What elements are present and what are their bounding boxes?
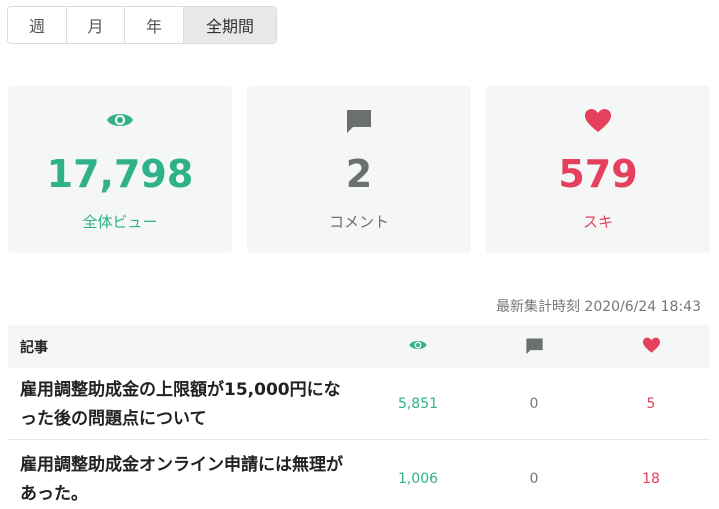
article-likes: 18	[642, 471, 660, 487]
comments-label: コメント	[328, 213, 389, 231]
last-updated-time: 最新集計時刻 2020/6/24 18:43	[495, 299, 701, 315]
comments-card: 2 コメント	[247, 86, 471, 253]
table-row: 雇用調整助成金の上限額が15,000円になった後の問題点について 5,851 0…	[8, 368, 710, 440]
article-views: 1,006	[397, 471, 439, 487]
likes-card: 579 スキ	[486, 86, 710, 253]
comments-count: 2	[345, 152, 373, 196]
heart-icon	[641, 337, 661, 357]
article-column-header: 記事	[20, 340, 48, 356]
views-label: 全体ビュー	[82, 213, 158, 231]
period-tabs: 週 月 年 全期間	[7, 6, 277, 44]
eye-icon	[408, 337, 428, 357]
tab-all-time[interactable]: 全期間	[184, 7, 276, 43]
likes-count: 579	[558, 152, 638, 196]
tab-month[interactable]: 月	[67, 7, 125, 43]
comment-icon	[524, 337, 544, 357]
tab-year[interactable]: 年	[125, 7, 184, 43]
tab-week[interactable]: 週	[8, 7, 67, 43]
article-likes: 5	[646, 396, 656, 412]
comment-icon	[247, 108, 471, 136]
views-card: 17,798 全体ビュー	[8, 86, 232, 253]
likes-label: スキ	[582, 213, 613, 231]
table-header: 記事	[8, 325, 710, 368]
article-views: 5,851	[397, 396, 439, 412]
heart-icon	[486, 108, 710, 136]
eye-icon	[8, 108, 232, 136]
article-comments: 0	[529, 471, 539, 487]
article-title-link[interactable]: 雇用調整助成金の上限額が15,000円になった後の問題点について	[20, 376, 350, 434]
views-count: 17,798	[46, 152, 194, 196]
table-row: 雇用調整助成金オンライン申請には無理があった。 1,006 0 18	[8, 441, 710, 509]
article-comments: 0	[529, 396, 539, 412]
article-title-link[interactable]: 雇用調整助成金オンライン申請には無理があった。	[20, 451, 350, 509]
